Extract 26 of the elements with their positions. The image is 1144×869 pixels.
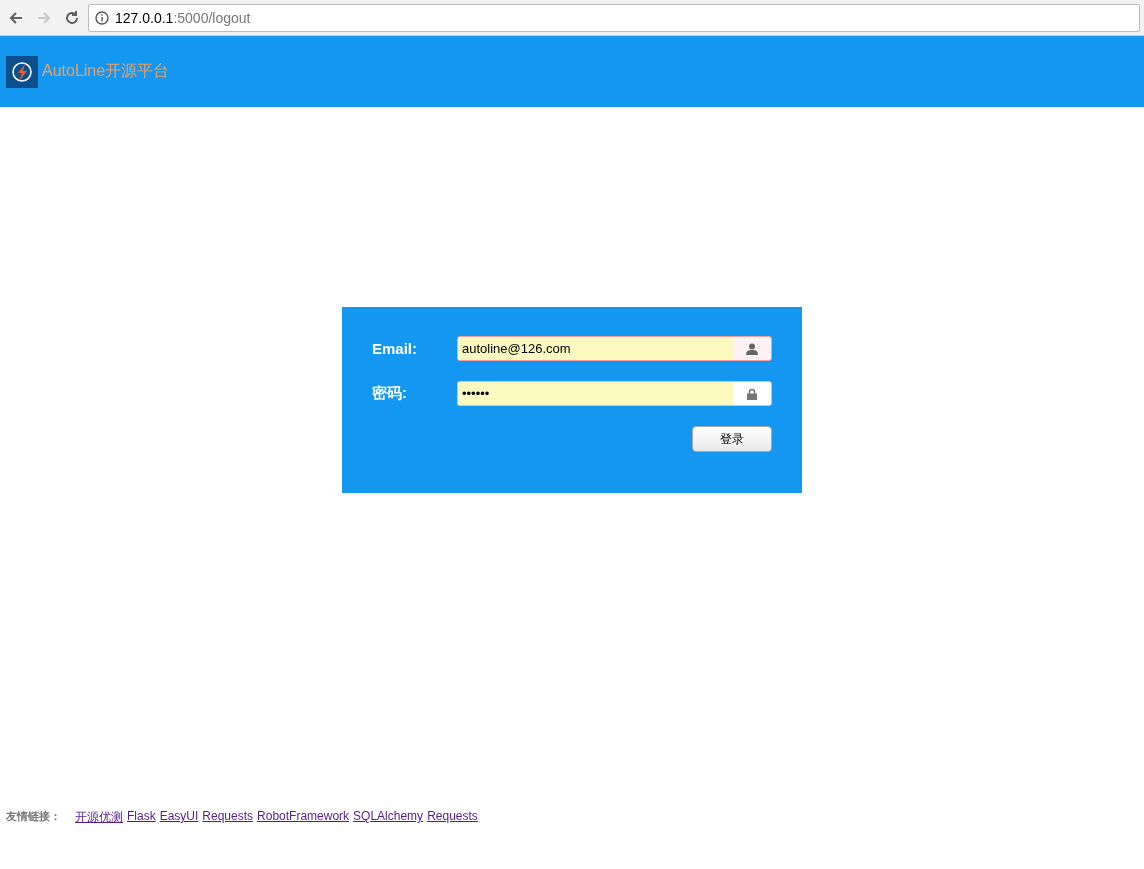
footer-link[interactable]: 开源优测 xyxy=(75,809,123,826)
url-path: :5000/logout xyxy=(173,9,251,26)
email-field[interactable]: autoline@126.com xyxy=(457,336,772,361)
forward-arrow-icon xyxy=(36,9,52,26)
password-field[interactable]: •••••• xyxy=(457,381,772,406)
login-button[interactable]: 登录 xyxy=(692,426,772,452)
footer-link[interactable]: EasyUI xyxy=(159,809,199,823)
field-label: Email: xyxy=(372,340,418,357)
field-value: •••••• xyxy=(458,382,733,405)
address-bar[interactable]: 127.0.0.1:5000/logout xyxy=(88,3,1140,32)
footer-link[interactable]: Requests xyxy=(427,809,478,823)
reload-icon xyxy=(64,9,80,26)
site-title: AutoLine开源平台 xyxy=(42,61,170,81)
info-icon xyxy=(95,10,109,25)
field-value: autoline@126.com xyxy=(458,337,733,360)
url-host: 127.0.0.1 xyxy=(115,9,174,26)
back-arrow-icon xyxy=(8,9,24,26)
user-icon xyxy=(746,342,758,355)
footer-link[interactable]: Requests xyxy=(202,809,254,823)
footer-link[interactable]: SQLAlchemy xyxy=(353,809,424,823)
lock-icon xyxy=(747,387,757,400)
footer-link[interactable]: Flask xyxy=(127,809,156,823)
lightning-logo-icon xyxy=(6,55,38,88)
links-label: 友情链接： xyxy=(6,809,61,824)
field-label: 密码: xyxy=(372,384,408,403)
footer-link[interactable]: RobotFramework xyxy=(257,809,350,823)
